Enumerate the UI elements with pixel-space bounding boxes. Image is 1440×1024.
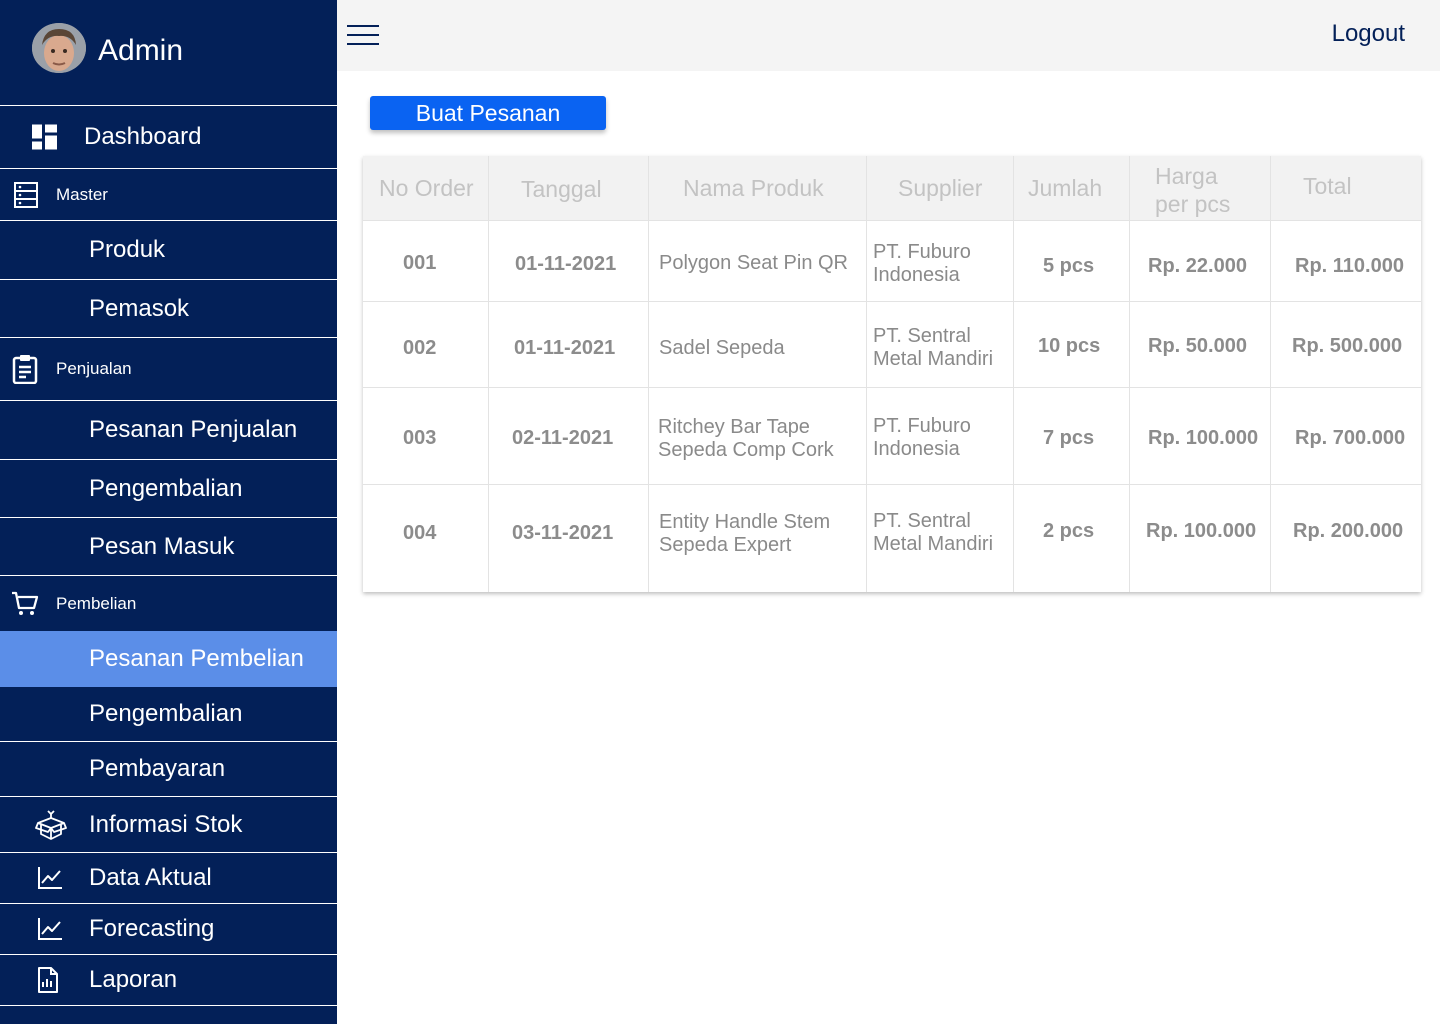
sidebar-item-data-aktual[interactable]: Data Aktual (0, 853, 337, 904)
sidebar-item-label: Informasi Stok (89, 810, 243, 838)
cell-no-order: 002 (403, 337, 437, 359)
cell-tanggal: 02-11-2021 (512, 427, 614, 449)
create-order-button[interactable]: Buat Pesanan (370, 96, 606, 130)
hamburger-menu-icon[interactable] (347, 23, 379, 47)
line-chart-icon (37, 917, 63, 941)
cell-total: Rp. 110.000 (1295, 255, 1404, 277)
sidebar-item-dashboard[interactable]: Dashboard (0, 106, 337, 169)
sidebar-item-pesan-masuk[interactable]: Pesan Masuk (0, 518, 337, 576)
server-list-icon (14, 181, 38, 208)
cell-produk: Sepeda Expert (659, 534, 792, 556)
sidebar-item-label: Dashboard (84, 123, 202, 150)
column-header-no-order: No Order (379, 175, 474, 201)
cell-produk: Sadel Sepeda (659, 337, 785, 359)
sidebar-section-penjualan[interactable]: Penjualan (0, 338, 337, 401)
admin-name: Admin (98, 34, 184, 67)
cell-total: Rp. 700.000 (1295, 427, 1406, 449)
cell-harga: Rp. 100.000 (1146, 520, 1257, 542)
cell-supplier: PT. Fuburo (873, 241, 971, 263)
cell-supplier: Metal Mandiri (873, 533, 994, 555)
sidebar-item-label: Forecasting (89, 915, 215, 942)
cell-total: Rp. 200.000 (1293, 520, 1404, 542)
cell-no-order: 003 (403, 427, 437, 449)
cell-no-order: 004 (403, 522, 437, 544)
avatar (32, 23, 86, 73)
sidebar-item-label: Produk (89, 236, 166, 263)
cell-supplier: Metal Mandiri (873, 348, 994, 370)
sidebar-item-pembayaran[interactable]: Pembayaran (0, 742, 337, 797)
logout-link[interactable]: Logout (1332, 20, 1405, 48)
cell-jumlah: 7 pcs (1043, 427, 1095, 449)
report-icon (37, 967, 59, 993)
cell-produk: Ritchey Bar Tape (658, 416, 810, 438)
cell-harga: Rp. 50.000 (1148, 335, 1247, 357)
sidebar-item-informasi-stok[interactable]: Informasi Stok (0, 797, 337, 853)
cell-produk: Polygon Seat Pin QR (659, 252, 848, 274)
sidebar-item-pemasok[interactable]: Pemasok (0, 280, 337, 338)
column-header-supplier: Supplier (898, 175, 983, 201)
sidebar: Admin Dashboard Master Produk Pemasok Pe… (0, 0, 337, 1024)
cell-harga: Rp. 100.000 (1148, 427, 1259, 449)
dashboard-grid-icon (32, 124, 57, 150)
sidebar-item-label: Master (56, 184, 108, 204)
cell-jumlah: 10 pcs (1038, 335, 1101, 357)
sidebar-item-label: Pengembalian (89, 474, 243, 502)
box-icon (35, 809, 67, 841)
clipboard-icon (12, 354, 38, 384)
cell-produk: Sepeda Comp Cork (658, 439, 834, 461)
topbar: Logout (337, 0, 1440, 71)
sidebar-item-pengembalian-penjualan[interactable]: Pengembalian (0, 460, 337, 518)
sidebar-item-label: Laporan (89, 966, 178, 993)
cell-harga: Rp. 22.000 (1148, 255, 1247, 277)
column-header-harga-line1: Harga (1155, 163, 1218, 189)
sidebar-item-label: Pembelian (56, 593, 137, 613)
cell-jumlah: 5 pcs (1043, 255, 1095, 277)
sidebar-item-label: Pemasok (89, 294, 190, 322)
cell-total: Rp. 500.000 (1292, 335, 1403, 357)
column-header-harga-line2: per pcs (1155, 191, 1231, 217)
cell-no-order: 001 (403, 252, 437, 274)
column-header-nama-produk: Nama Produk (683, 175, 824, 201)
sidebar-item-pesanan-penjualan[interactable]: Pesanan Penjualan (0, 401, 337, 460)
sidebar-item-label: Pesanan Pembelian (89, 645, 304, 672)
cell-tanggal: 01-11-2021 (514, 337, 616, 359)
sidebar-item-label: Data Aktual (89, 864, 212, 891)
cell-supplier: Indonesia (873, 438, 960, 460)
cell-tanggal: 01-11-2021 (515, 253, 617, 275)
sidebar-item-laporan[interactable]: Laporan (0, 955, 337, 1006)
line-chart-icon (37, 866, 63, 890)
profile-header: Admin (0, 0, 337, 106)
sidebar-item-produk[interactable]: Produk (0, 221, 337, 280)
cell-produk: Entity Handle Stem (659, 511, 831, 533)
sidebar-item-label: Pesan Masuk (89, 532, 235, 560)
cell-supplier: Indonesia (873, 264, 960, 286)
cell-tanggal: 03-11-2021 (512, 522, 614, 544)
sidebar-item-label: Pengembalian (89, 700, 243, 727)
cell-jumlah: 2 pcs (1043, 520, 1095, 542)
sidebar-item-label: Penjualan (56, 359, 132, 378)
column-header-total: Total (1303, 173, 1352, 199)
sidebar-section-master[interactable]: Master (0, 169, 337, 221)
sidebar-item-pesanan-pembelian[interactable]: Pesanan Pembelian (0, 631, 337, 687)
sidebar-item-label: Pesanan Penjualan (89, 416, 298, 443)
column-header-jumlah: Jumlah (1028, 175, 1103, 201)
cell-supplier: PT. Fuburo (873, 415, 971, 437)
sidebar-item-pengembalian-pembelian[interactable]: Pengembalian (0, 687, 337, 742)
cart-icon (11, 591, 39, 617)
column-header-tanggal: Tanggal (521, 176, 602, 202)
sidebar-item-label: Pembayaran (89, 755, 226, 782)
sidebar-section-pembelian[interactable]: Pembelian (0, 576, 337, 631)
cell-supplier: PT. Sentral (873, 325, 971, 347)
purchase-order-table: No Order Tanggal Nama Produk Supplier Ju… (363, 156, 1421, 592)
sidebar-item-forecasting[interactable]: Forecasting (0, 904, 337, 955)
cell-supplier: PT. Sentral (873, 510, 971, 532)
